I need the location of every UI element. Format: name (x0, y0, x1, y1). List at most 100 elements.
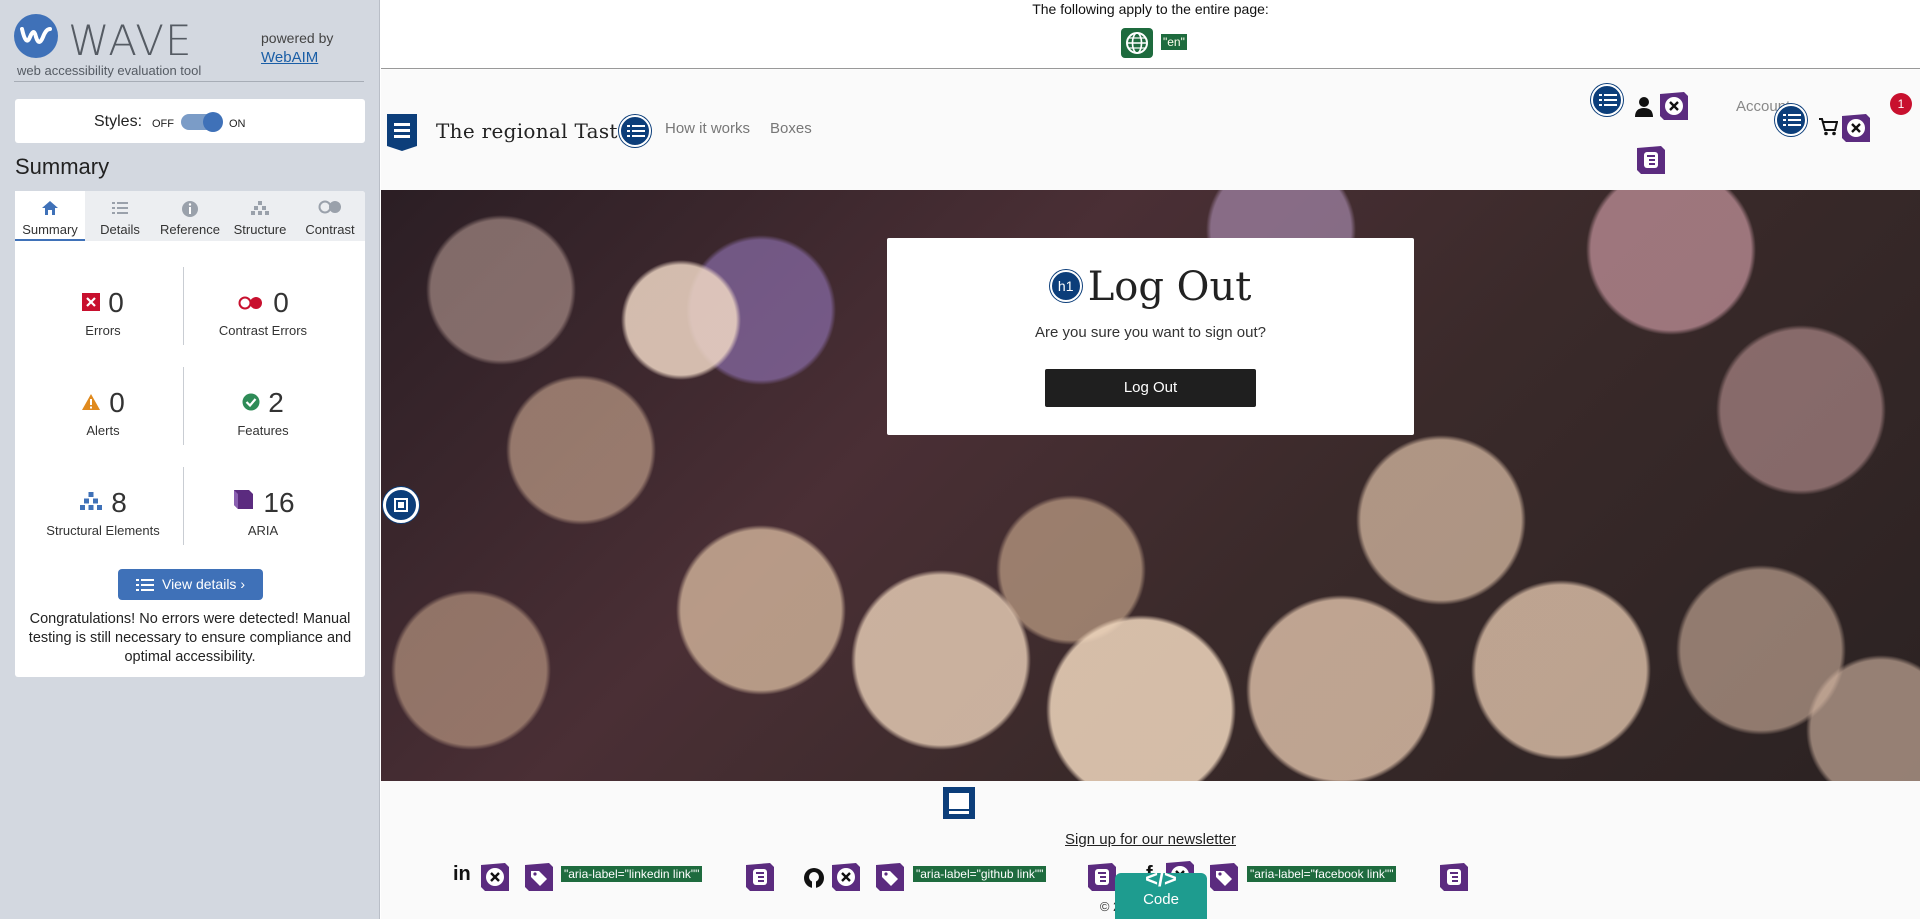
aria-icon (231, 486, 255, 518)
tab-label: Contrast (305, 222, 355, 237)
globe-icon[interactable] (1121, 28, 1153, 58)
features-label: Features (237, 422, 289, 438)
site-header: The regional Taste How it works Boxes Ac… (381, 70, 1920, 190)
newsletter-link[interactable]: Sign up for our newsletter (381, 831, 1920, 848)
wave-sidebar: WAVE web accessibility evaluation tool p… (0, 0, 380, 919)
tab-contrast[interactable]: Contrast (295, 191, 365, 241)
facebook-aria-label: "aria-label="facebook link"" (1247, 866, 1397, 882)
region-icon[interactable] (383, 487, 419, 523)
tab-label: Summary (22, 222, 78, 237)
webaim-link[interactable]: WebAIM (261, 49, 318, 66)
tag-icon[interactable] (523, 861, 555, 893)
home-icon (15, 200, 85, 222)
hand-icon[interactable] (1086, 861, 1118, 893)
structural-label: Structural Elements (46, 522, 160, 538)
info-icon (155, 200, 225, 222)
feature-icon (242, 386, 260, 418)
structure-icon (225, 200, 295, 222)
tag-icon[interactable] (1208, 861, 1240, 893)
nav-how-it-works[interactable]: How it works (665, 120, 750, 137)
wave-logo-icon (14, 14, 58, 58)
tab-label: Reference (160, 222, 220, 237)
linkedin-icon[interactable]: in (453, 863, 471, 886)
stat-aria[interactable]: 16 ARIA (183, 487, 343, 538)
tab-details[interactable]: Details (85, 191, 155, 241)
list-icon[interactable] (1775, 104, 1807, 136)
contrast-errors-label: Contrast Errors (218, 322, 308, 338)
summary-heading: Summary (15, 154, 110, 179)
hand-icon[interactable] (1635, 144, 1667, 176)
divider (183, 467, 184, 545)
stat-contrast-errors[interactable]: 0 Contrast Errors (183, 287, 343, 338)
cart-icon[interactable] (1818, 118, 1838, 136)
stat-features[interactable]: 2 Features (183, 387, 343, 438)
wave-brand: WAVE web accessibility evaluation tool p… (14, 12, 364, 82)
styles-toggle-box: Styles: OFF ON (15, 99, 365, 143)
powered-by: powered by WebAIM (261, 29, 333, 67)
stat-structural[interactable]: 8 Structural Elements (23, 487, 183, 538)
styles-toggle[interactable] (181, 112, 223, 132)
logout-question: Are you sure you want to sign out? (1035, 324, 1266, 341)
tag-icon[interactable] (874, 861, 906, 893)
summary-panel: Summary Details Reference Structure Cont… (15, 191, 365, 677)
congrats-message: Congratulations! No errors were detected… (28, 611, 352, 665)
error-icon (82, 286, 101, 318)
site-name[interactable]: The regional Taste (436, 119, 630, 143)
tab-summary[interactable]: Summary (15, 191, 85, 241)
github-aria-label: "aria-label="github link"" (913, 866, 1047, 882)
contrast-error-icon (237, 286, 265, 318)
contrast-icon (295, 200, 365, 222)
close-icon[interactable] (479, 861, 511, 893)
close-icon[interactable] (1840, 112, 1872, 144)
toggle-knob (203, 112, 223, 132)
list-icon[interactable] (619, 115, 651, 147)
list-icon[interactable] (1591, 84, 1623, 116)
user-icon[interactable] (1634, 96, 1654, 118)
stat-alerts[interactable]: 0 Alerts (23, 387, 183, 438)
header-region-icon[interactable] (385, 112, 419, 157)
aria-count: 16 (263, 487, 295, 518)
code-label: Code (1143, 891, 1179, 908)
linkedin-aria-label: "aria-label="linkedin link"" (561, 866, 703, 882)
nav-boxes[interactable]: Boxes (770, 120, 812, 137)
cart-count-badge: 1 (1890, 93, 1912, 115)
aria-label: ARIA (247, 522, 279, 538)
structural-count: 8 (111, 487, 127, 518)
styles-off-label: OFF (152, 118, 174, 130)
logout-modal: h1 Log Out Are you sure you want to sign … (887, 238, 1414, 435)
code-toggle-button[interactable]: </> Code (1115, 867, 1207, 919)
divider (183, 267, 184, 345)
footer-region-icon[interactable] (941, 785, 977, 821)
features-count: 2 (268, 387, 284, 418)
hand-icon[interactable] (1438, 861, 1470, 893)
list-icon (135, 579, 154, 592)
code-icon: </> (1145, 866, 1177, 891)
evaluated-page: The following apply to the entire page: … (381, 0, 1920, 919)
wave-tagline: web accessibility evaluation tool (17, 63, 202, 78)
wave-brand-name: WAVE (68, 16, 193, 65)
tab-label: Structure (233, 222, 287, 237)
view-details-button[interactable]: View details › (118, 569, 263, 600)
site-footer: Sign up for our newsletter in "aria-labe… (381, 781, 1920, 919)
alert-icon (81, 386, 101, 418)
alerts-label: Alerts (86, 422, 120, 438)
github-icon[interactable] (803, 867, 825, 889)
structural-icon (79, 486, 103, 518)
lang-tag: "en" (1161, 34, 1187, 50)
errors-label: Errors (85, 322, 121, 338)
alerts-count: 0 (109, 387, 125, 418)
tab-structure[interactable]: Structure (225, 191, 295, 241)
tab-reference[interactable]: Reference (155, 191, 225, 241)
hand-icon[interactable] (744, 861, 776, 893)
close-icon[interactable] (1658, 90, 1690, 122)
logout-button[interactable]: Log Out (1045, 369, 1256, 407)
stat-errors[interactable]: 0 Errors (23, 287, 183, 338)
view-details-label: View details › (161, 576, 245, 592)
close-icon[interactable] (830, 861, 862, 893)
errors-count: 0 (108, 287, 124, 318)
h1-badge[interactable]: h1 (1049, 270, 1082, 302)
hero-background: h1 Log Out Are you sure you want to sign … (381, 190, 1920, 781)
page-apply-text: The following apply to the entire page: (1032, 1, 1269, 17)
divider (183, 367, 184, 445)
powered-by-text: powered by (261, 30, 334, 46)
